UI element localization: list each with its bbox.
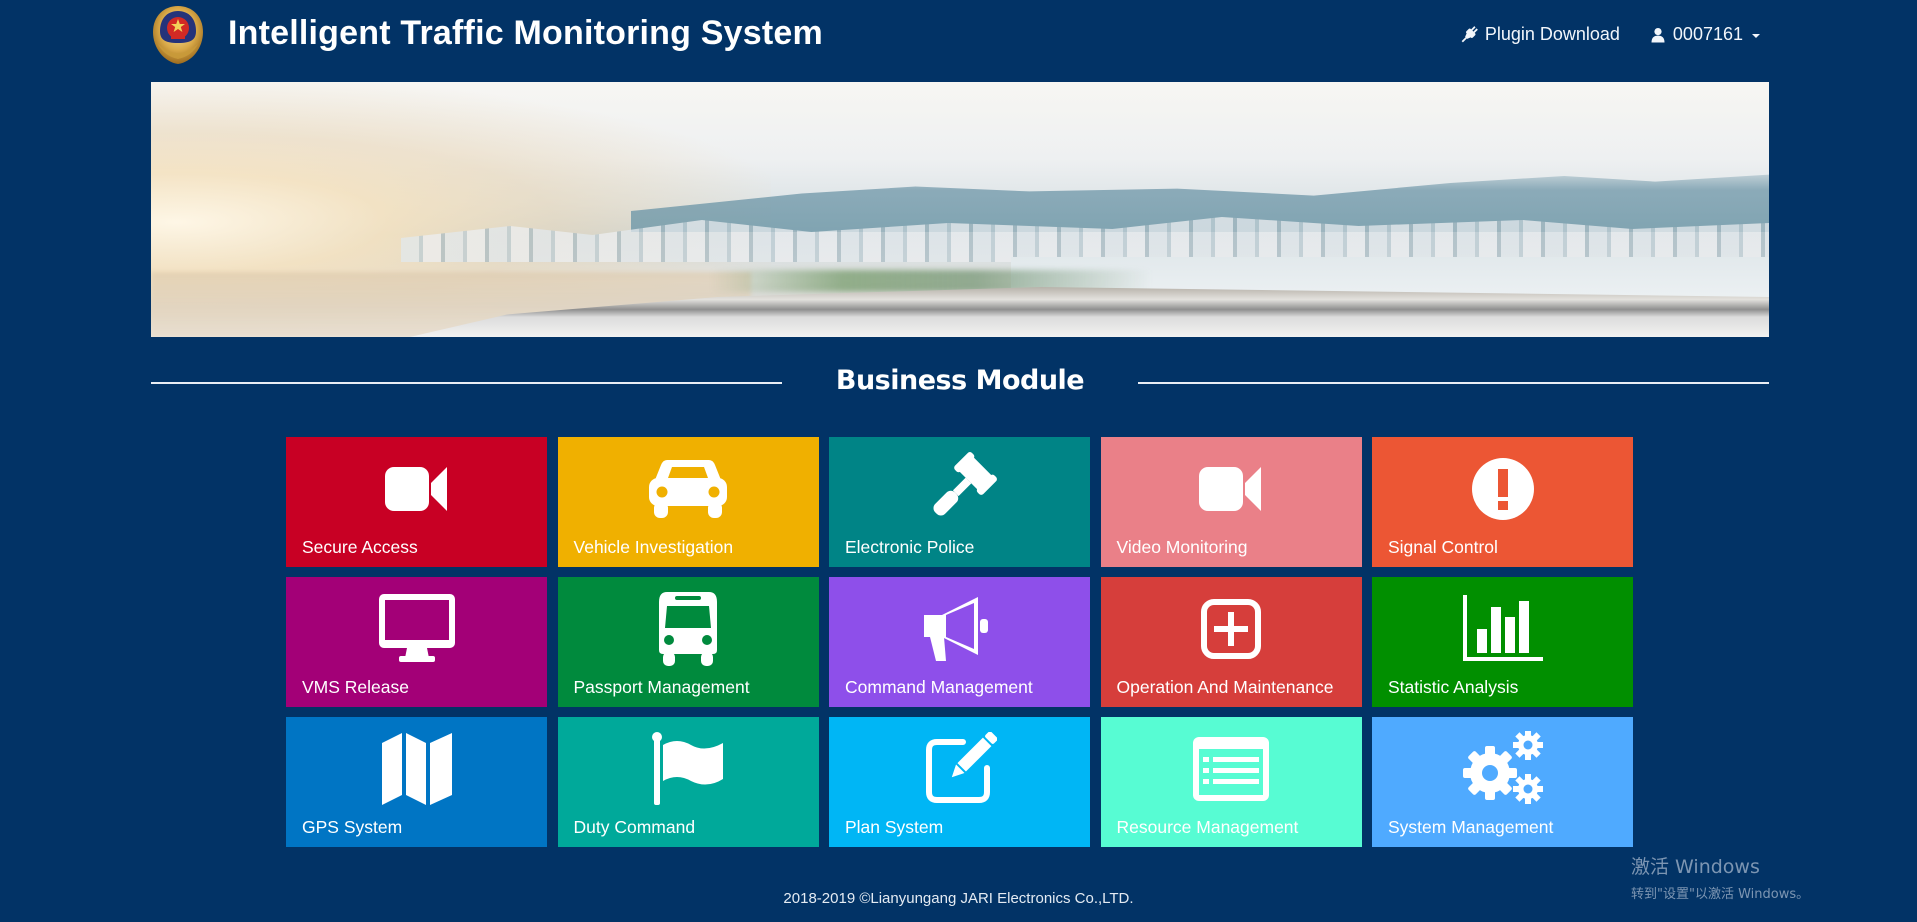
module-tile-plan-system[interactable]: Plan System (829, 717, 1090, 847)
module-tile-label: Duty Command (573, 817, 696, 837)
video-camera-icon (286, 453, 547, 525)
user-menu[interactable]: 0007161 (1650, 24, 1760, 45)
bar-chart-icon (1372, 593, 1633, 665)
module-tile-label: Electronic Police (845, 537, 975, 557)
section-title: Business Module (835, 365, 1085, 396)
list-alt-icon (1101, 733, 1362, 805)
module-tile-label: GPS System (302, 817, 403, 837)
module-tile-label: Vehicle Investigation (573, 537, 734, 557)
module-tile-vms-release[interactable]: VMS Release (286, 577, 547, 707)
module-tile-system-management[interactable]: System Management (1372, 717, 1633, 847)
watermark-line-1: 激活 Windows (1631, 856, 1760, 878)
map-icon (286, 733, 547, 805)
car-icon (558, 453, 819, 525)
flag-icon (558, 732, 819, 805)
bullhorn-icon (829, 593, 1090, 665)
module-tile-passport-management[interactable]: Passport Management (557, 577, 819, 707)
module-tile-label: Video Monitoring (1116, 537, 1248, 557)
module-tile-duty-command[interactable]: Duty Command (557, 717, 819, 847)
module-tile-signal-control[interactable]: Signal Control (1372, 437, 1633, 567)
footer-copyright: 2018-2019 ©Lianyungang JARI Electronics … (783, 890, 1134, 907)
module-tile-vehicle-investigation[interactable]: Vehicle Investigation (557, 437, 819, 567)
module-tile-label: System Management (1388, 817, 1554, 837)
cogs-icon (1372, 731, 1633, 805)
watermark-line-2: 转到"设置"以激活 Windows。 (1631, 887, 1810, 902)
banner-carousel[interactable] (151, 82, 1769, 337)
caret-down-icon (1752, 33, 1760, 38)
module-tile-command-management[interactable]: Command Management (829, 577, 1090, 707)
bus-icon (558, 592, 819, 666)
video-camera-icon (1101, 453, 1362, 525)
module-tile-label: VMS Release (302, 677, 409, 697)
plugin-download-label: Plugin Download (1484, 24, 1620, 44)
plug-icon (1460, 25, 1478, 44)
module-tile-electronic-police[interactable]: Electronic Police (829, 437, 1090, 567)
module-tile-gps-system[interactable]: GPS System (286, 717, 547, 847)
divider-right (1138, 382, 1769, 384)
module-tile-label: Secure Access (302, 537, 418, 557)
module-tile-resource-management[interactable]: Resource Management (1100, 717, 1362, 847)
module-tile-statistic-analysis[interactable]: Statistic Analysis (1372, 577, 1633, 707)
module-tile-secure-access[interactable]: Secure Access (286, 437, 547, 567)
module-tile-label: Operation And Maintenance (1116, 677, 1334, 697)
monitor-icon (286, 593, 547, 665)
gavel-icon (829, 452, 1090, 525)
user-id-label: 0007161 (1672, 24, 1743, 44)
module-tile-label: Plan System (845, 817, 944, 837)
edit-icon (829, 732, 1090, 805)
police-emblem-icon (148, 4, 208, 66)
module-tile-video-monitoring[interactable]: Video Monitoring (1100, 437, 1362, 567)
user-icon (1650, 27, 1666, 43)
section-header: Business Module (151, 362, 1769, 402)
app-title: Intelligent Traffic Monitoring System (228, 14, 823, 52)
exclamation-circle-icon (1372, 453, 1633, 525)
module-tile-label: Command Management (845, 677, 1033, 697)
plus-square-icon (1101, 593, 1362, 665)
module-tile-label: Statistic Analysis (1388, 677, 1519, 697)
windows-activation-watermark: 激活 Windows 转到"设置"以激活 Windows。 (1631, 852, 1809, 902)
module-tile-operation-and-maintenance[interactable]: Operation And Maintenance (1100, 577, 1362, 707)
header: Intelligent Traffic Monitoring System Pl… (0, 0, 1917, 80)
module-tile-label: Resource Management (1116, 817, 1299, 837)
header-actions: Plugin Download 0007161 (1460, 24, 1760, 45)
module-grid: Secure Access Vehicle Investigation Electr… (286, 437, 1634, 847)
module-tile-label: Passport Management (573, 677, 750, 697)
plugin-download-link[interactable]: Plugin Download (1460, 24, 1620, 45)
module-tile-label: Signal Control (1388, 537, 1498, 557)
